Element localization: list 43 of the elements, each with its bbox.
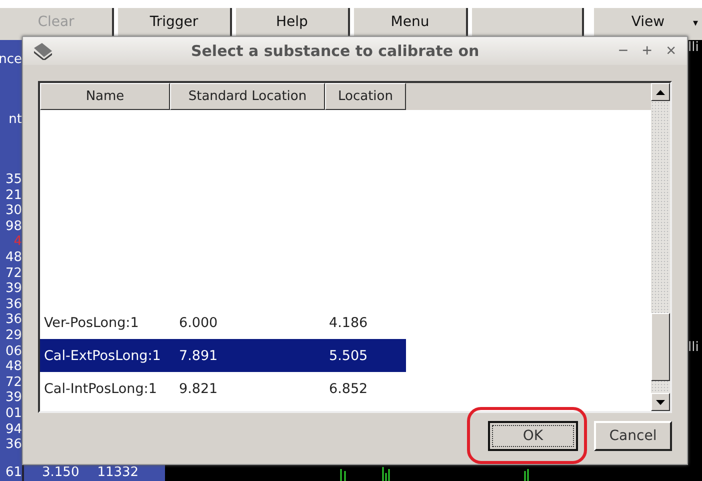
dialog-title: Select a substance to calibrate on	[190, 42, 480, 60]
value-text: 98	[5, 218, 22, 234]
value-text: 39	[5, 390, 22, 406]
scroll-down-button[interactable]	[651, 393, 670, 411]
value-text: 36	[5, 296, 22, 312]
value-text: 94	[5, 422, 22, 438]
list-row[interactable]: Ver-PosLong:1 6.000 4.186	[40, 306, 406, 339]
scrollbar[interactable]	[651, 83, 670, 411]
value-text: 36	[5, 437, 22, 453]
list-row[interactable]: Cal-IntPosLong:1 9.821 6.852	[40, 372, 406, 405]
scroll-thumb[interactable]	[651, 313, 670, 381]
dialog-button[interactable]: Cancel	[594, 421, 672, 451]
value-text: 30	[5, 203, 22, 219]
value-text: 21	[5, 188, 22, 204]
value-text: 29	[5, 328, 22, 344]
column-header: nce	[0, 52, 22, 67]
window-control[interactable]: +	[639, 41, 656, 61]
column-header: nt	[8, 112, 22, 127]
column-header[interactable]: Location	[325, 83, 406, 110]
value-text: 4	[14, 234, 22, 250]
value-text: 48	[5, 250, 22, 266]
column-header[interactable]: Name	[40, 83, 170, 110]
window-control[interactable]: ×	[663, 41, 679, 61]
dialog-button[interactable]: OK	[488, 421, 578, 451]
value-text: 48	[5, 359, 22, 375]
value-text: 06	[5, 344, 22, 360]
up-triangle-icon	[656, 90, 665, 94]
value-text: 36	[5, 312, 22, 328]
list-row[interactable]: Cal-ExtPosLong:1 7.891 5.505	[40, 339, 406, 372]
label-text: lli	[688, 340, 700, 355]
value-text: 35	[5, 172, 22, 188]
value-text: 01	[5, 406, 22, 422]
caret-icon: ▾	[692, 18, 698, 29]
value-text: 72	[5, 266, 22, 282]
value-text: 72	[5, 374, 22, 390]
down-triangle-icon	[656, 400, 665, 404]
label-text: lli	[688, 40, 700, 55]
scroll-up-button[interactable]	[651, 83, 670, 101]
column-header[interactable]: Standard Location	[170, 83, 325, 110]
window-control[interactable]: −	[615, 41, 632, 61]
value-text: 3.150	[42, 465, 80, 481]
value-text: 11332	[97, 465, 139, 481]
value-text: 39	[5, 281, 22, 297]
